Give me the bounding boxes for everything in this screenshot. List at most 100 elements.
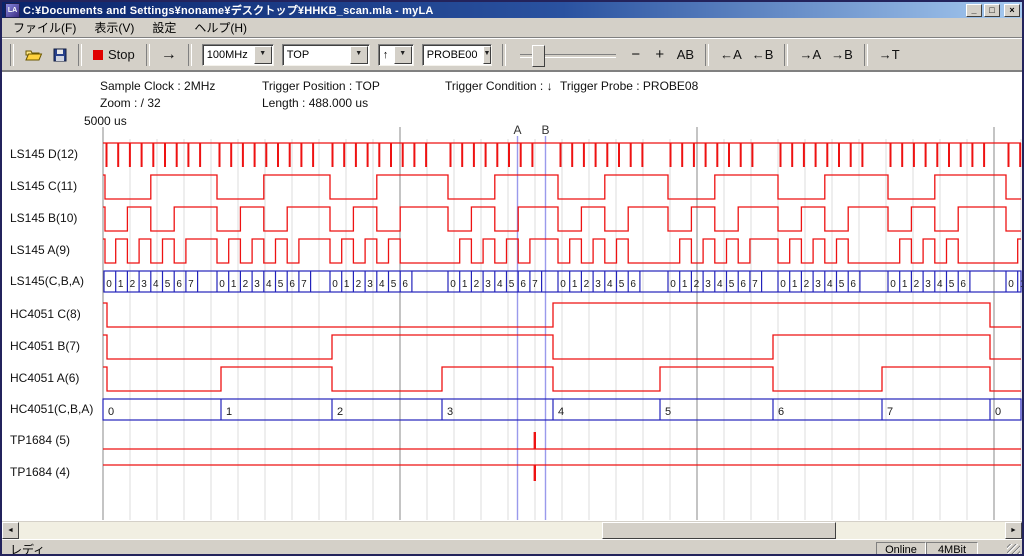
bus-value: 7 (301, 279, 307, 290)
bus-value: 7 (752, 279, 758, 290)
clock-rate-value: 100MHz (203, 49, 253, 61)
bus-value: 7 (188, 279, 194, 290)
bus-value: 2 (130, 279, 136, 290)
bus-value: 0 (670, 279, 676, 290)
bus-value: 2 (337, 406, 343, 418)
bus-value: 4 (827, 279, 833, 290)
bus-value: 5 (278, 279, 284, 290)
statusbar: レディ Online 4MBit (2, 539, 1022, 556)
bus-value: 1 (1020, 279, 1022, 290)
menu-settings[interactable]: 設定 (143, 17, 185, 38)
menubar: ファイル(F) 表示(V) 設定 ヘルプ(H) (2, 18, 1022, 38)
scroll-left-button[interactable]: ◄ (2, 522, 19, 539)
chevron-down-icon[interactable]: ▼ (350, 46, 368, 64)
bus-value: 6 (176, 279, 182, 290)
horizontal-scrollbar[interactable]: ◄ ► (2, 521, 1022, 539)
menu-file[interactable]: ファイル(F) (4, 17, 85, 38)
bus-value: 3 (815, 279, 821, 290)
bus-value: 0 (219, 279, 225, 290)
clock-rate-select[interactable]: 100MHz ▼ (202, 44, 274, 66)
bus-value: 0 (106, 279, 112, 290)
bus-value: 5 (509, 279, 515, 290)
waveform-panel[interactable]: Sample Clock : 2MHz Trigger Position : T… (2, 71, 1022, 521)
ab-range-button[interactable]: AB (672, 43, 699, 67)
bus-value: 2 (804, 279, 810, 290)
bus-value: 4 (379, 279, 385, 290)
bus-value: 4 (558, 406, 564, 418)
bus-value: 3 (447, 406, 453, 418)
zoom-out-button[interactable]: − (624, 43, 648, 67)
zoom-slider[interactable] (520, 44, 616, 66)
cursor-label: B (541, 123, 549, 137)
resize-grip[interactable] (1007, 544, 1020, 556)
goto-cursor-a-left-button[interactable]: ←A (715, 43, 747, 67)
scroll-right-button[interactable]: ► (1005, 522, 1022, 539)
status-memory: 4MBit (926, 542, 978, 556)
goto-cursor-b-left-button[interactable]: ←B (747, 43, 779, 67)
zoom-slider-thumb[interactable] (532, 45, 545, 67)
waveform-canvas[interactable]: AB01234567012345670123456012345670123456… (2, 72, 1022, 521)
menu-view[interactable]: 表示(V) (85, 17, 143, 38)
status-message: レディ (10, 541, 45, 556)
window-title: C:¥Documents and Settings¥noname¥デスクトップ¥… (23, 2, 962, 18)
open-file-button[interactable] (20, 43, 48, 67)
bus-value: 5 (665, 406, 671, 418)
trigger-position-select[interactable]: TOP ▼ (282, 44, 370, 66)
bus-value: 3 (141, 279, 147, 290)
bus-value: 1 (344, 279, 350, 290)
bus-value: 7 (532, 279, 538, 290)
chevron-down-icon[interactable]: ▼ (254, 46, 272, 64)
goto-cursor-a-right-button[interactable]: →A (794, 43, 826, 67)
save-file-button[interactable] (48, 43, 72, 67)
stop-button[interactable]: Stop (88, 43, 140, 67)
bus-value: 5 (391, 279, 397, 290)
close-button[interactable]: × (1004, 4, 1020, 17)
bus-value: 4 (607, 279, 613, 290)
bus-value: 1 (682, 279, 688, 290)
bus-value: 2 (584, 279, 590, 290)
menu-help[interactable]: ヘルプ(H) (185, 17, 256, 38)
bus-value: 0 (450, 279, 456, 290)
stop-icon (93, 50, 103, 60)
trigger-probe-select[interactable]: PROBE00 ▼ (422, 44, 492, 66)
bus-value: 0 (890, 279, 896, 290)
bus-value: 1 (572, 279, 578, 290)
zoom-in-button[interactable]: + (648, 43, 672, 67)
maximize-button[interactable]: □ (984, 4, 1000, 17)
run-button[interactable]: → (156, 43, 182, 67)
chevron-down-icon[interactable]: ▼ (394, 46, 412, 64)
bus-value: 1 (118, 279, 124, 290)
bus-value: 6 (778, 406, 784, 418)
bus-value: 7 (887, 406, 893, 418)
bus-value: 2 (914, 279, 920, 290)
goto-cursor-b-right-button[interactable]: →B (826, 43, 858, 67)
cursor-label: A (513, 123, 521, 137)
bus-value: 6 (520, 279, 526, 290)
titlebar: LA C:¥Documents and Settings¥noname¥デスクト… (2, 2, 1022, 18)
bus-value: 3 (254, 279, 260, 290)
chevron-down-icon[interactable]: ▼ (483, 46, 492, 64)
bus-value: 4 (497, 279, 503, 290)
bus-value: 3 (925, 279, 931, 290)
bus-value: 5 (839, 279, 845, 290)
bus-value: 5 (949, 279, 955, 290)
bus-value: 1 (226, 406, 232, 418)
toolbar: Stop → 100MHz ▼ TOP ▼ ↑ ▼ PROBE00 ▼ − + … (2, 38, 1022, 71)
bus-value: 6 (850, 279, 856, 290)
bus-value: 0 (1008, 279, 1014, 290)
bus-value: 1 (231, 279, 237, 290)
toolbar-separator (10, 44, 14, 66)
goto-trigger-button[interactable]: →T (874, 43, 905, 67)
toolbar-separator (188, 44, 192, 66)
bus-value: 0 (332, 279, 338, 290)
bus-value: 3 (595, 279, 601, 290)
scrollbar-thumb[interactable] (602, 522, 836, 539)
status-online: Online (876, 542, 926, 556)
bus-value: 6 (289, 279, 295, 290)
bus-value: 1 (902, 279, 908, 290)
minimize-button[interactable]: _ (966, 4, 982, 17)
trigger-edge-select[interactable]: ↑ ▼ (378, 44, 414, 66)
toolbar-separator (705, 44, 709, 66)
toolbar-separator (864, 44, 868, 66)
floppy-icon (53, 48, 67, 62)
